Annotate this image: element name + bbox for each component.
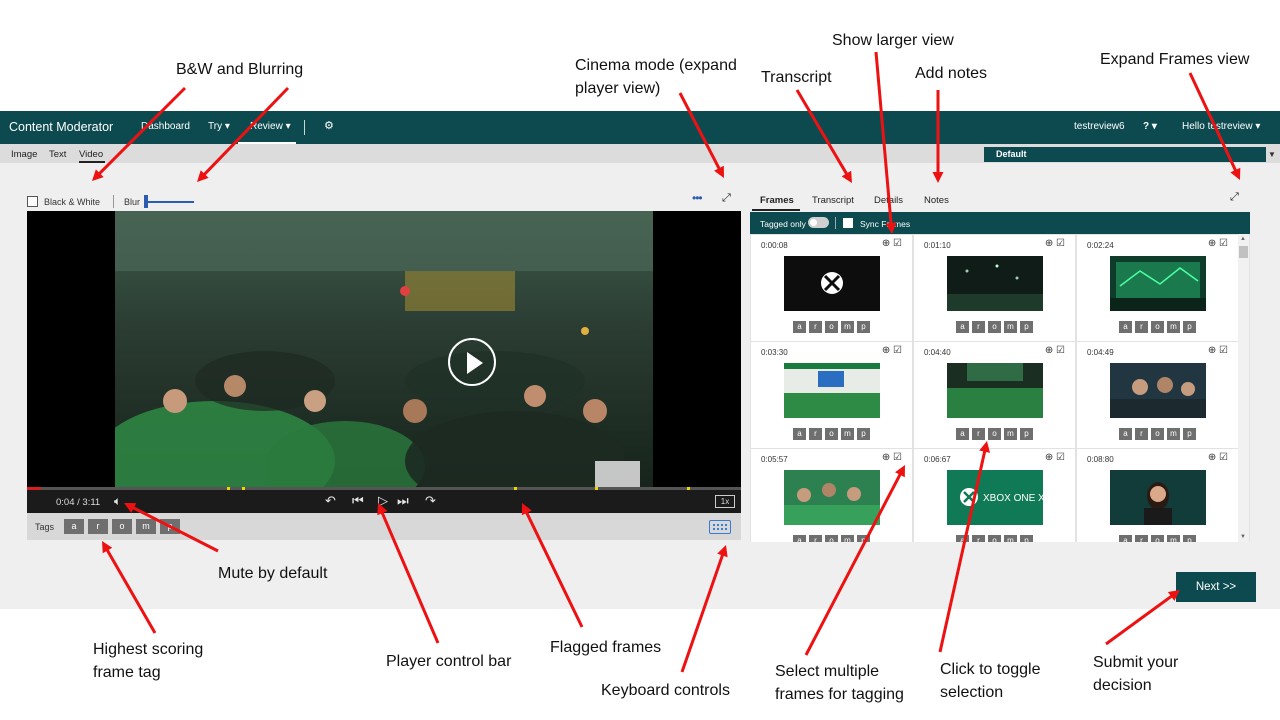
- highest-tag-arrow: [102, 541, 157, 634]
- annotation-arrows: [92, 51, 1241, 673]
- annotated-screenshot: Content Moderator Dashboard Try ▾ Review…: [0, 0, 1280, 720]
- notes-arrow: [932, 90, 944, 183]
- blur-arrow: [197, 86, 290, 182]
- submit-arrow: [1105, 590, 1180, 646]
- select-multiple-arrow: [804, 465, 905, 656]
- flagged-arrow: [521, 503, 584, 628]
- transcript-arrow: [795, 89, 852, 183]
- toggle-selection-arrow: [938, 441, 990, 653]
- mute-arrow: [124, 503, 219, 553]
- keyboard-arrow: [680, 545, 728, 673]
- cinema-arrow: [678, 92, 724, 178]
- expand-frames-arrow: [1188, 72, 1241, 180]
- control-bar-arrow: [377, 503, 440, 644]
- show-larger-arrow: [874, 51, 897, 234]
- bw-arrow: [92, 86, 187, 181]
